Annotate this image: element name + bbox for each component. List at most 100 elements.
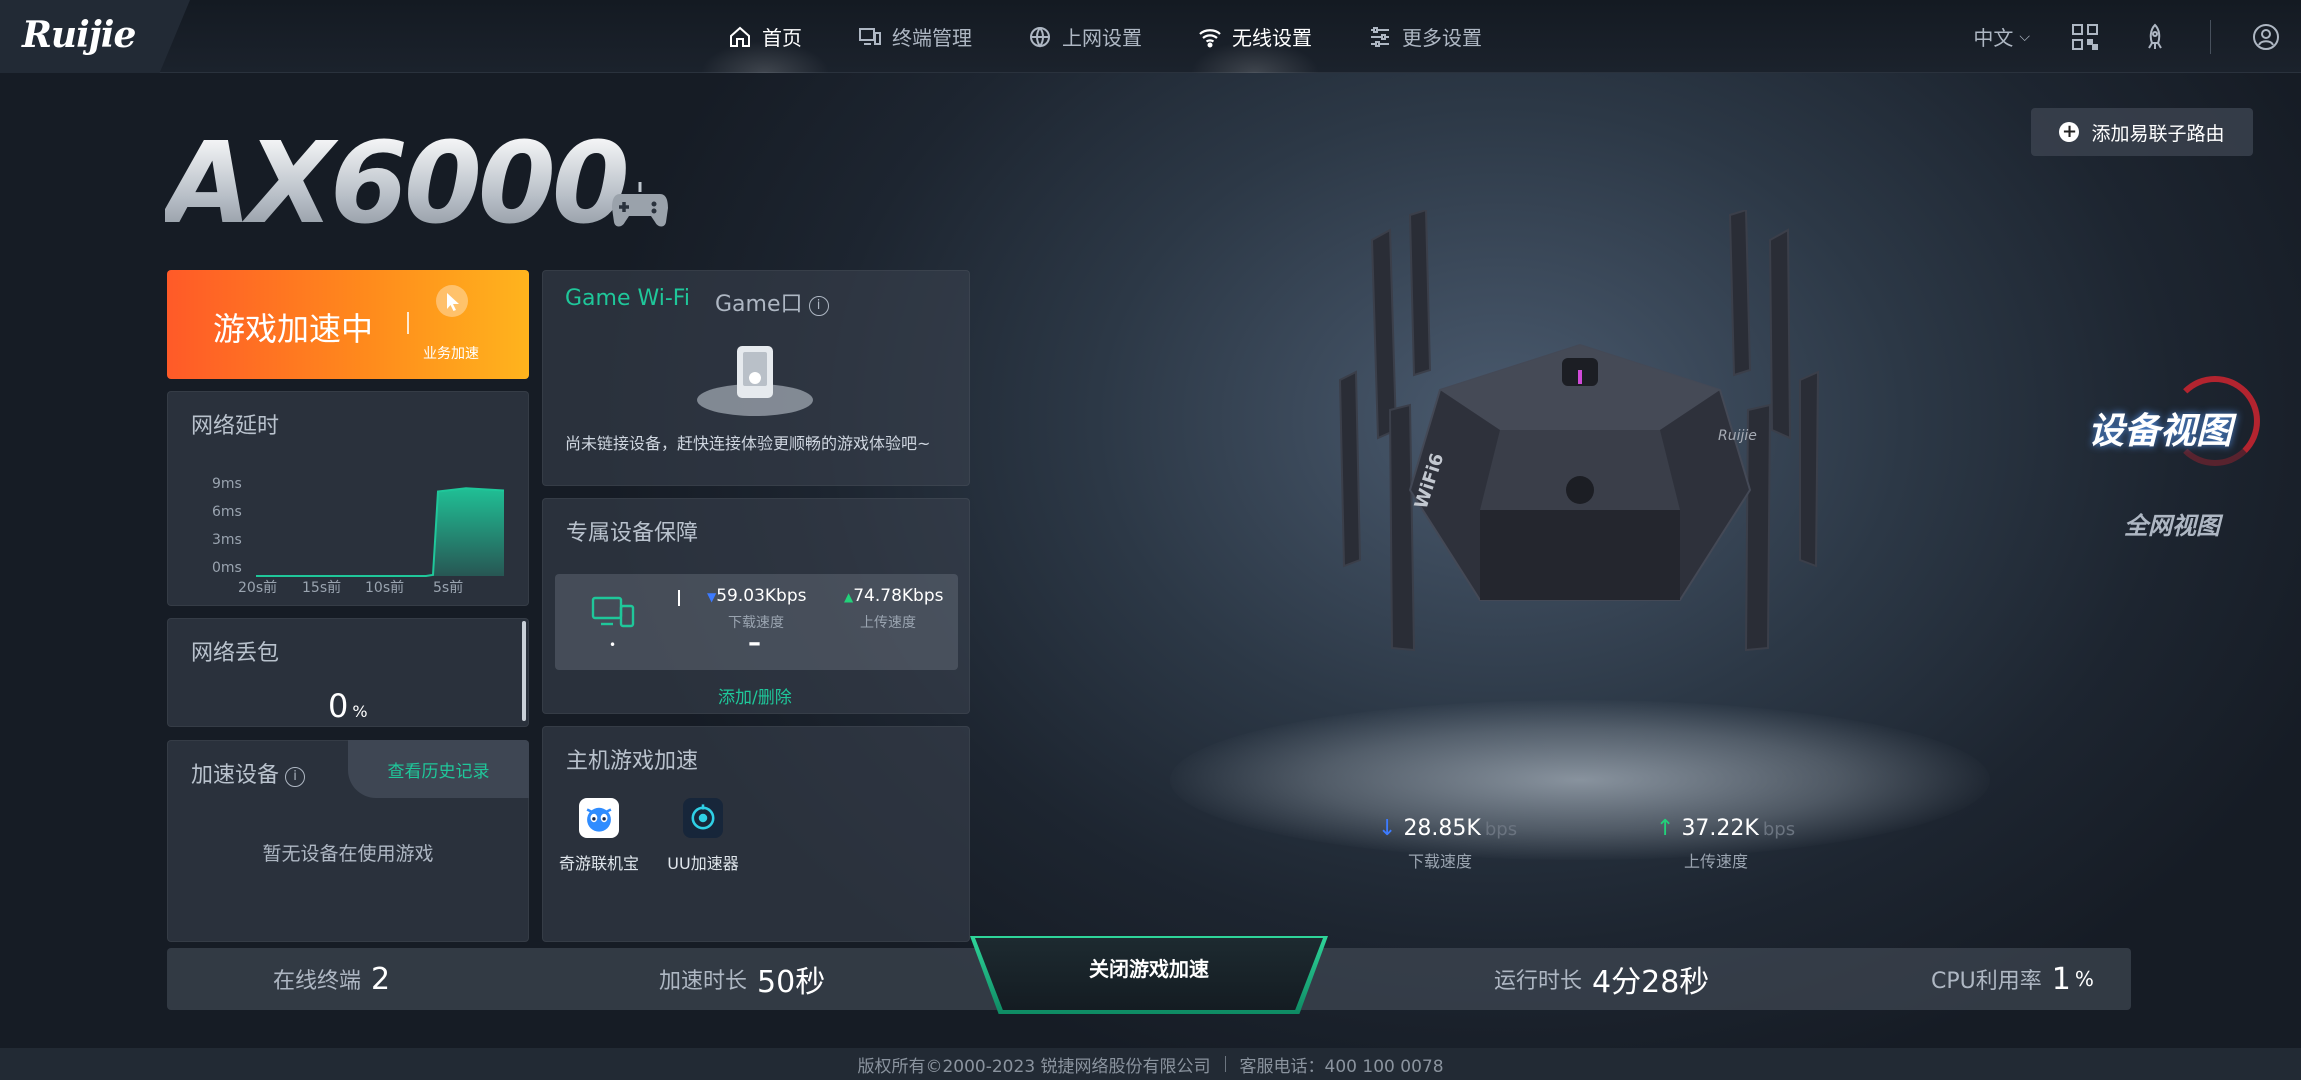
home-icon [730, 26, 750, 47]
chevron-down-icon: ⌵ [2019, 28, 2030, 45]
language-label: 中文 [1973, 26, 2014, 50]
latency-area [256, 488, 504, 576]
svg-text:Ruijie: Ruijie [1718, 428, 1757, 444]
add-remove-link[interactable]: 添加/删除 [718, 683, 792, 708]
info-icon: i [285, 767, 306, 787]
sliders-icon [1371, 26, 1389, 47]
speed-divider [678, 590, 680, 606]
app-uu[interactable]: UU加速器 [660, 798, 746, 874]
upgrade-button[interactable] [2140, 22, 2170, 52]
tab-game-port[interactable]: Game口 i [715, 286, 829, 318]
dedicated-down-speed: ▼59.03Kbps [707, 586, 807, 606]
devices-icon [591, 596, 635, 628]
app-uu-label: UU加速器 [667, 854, 739, 873]
nav-wireless[interactable]: 无线设置 [1170, 0, 1340, 73]
router-floor-shadow [1170, 700, 1990, 860]
close-game-accel-button[interactable]: 关闭游戏加速 [975, 938, 1323, 1010]
y-tick-3ms: 3ms [212, 532, 242, 548]
game-accel-status-button[interactable]: 游戏加速中 业务加速 [167, 270, 529, 379]
nav-devices[interactable]: 终端管理 [830, 0, 1000, 73]
accel-status-label: 游戏加速中 [213, 310, 374, 348]
uptime: 运行时长 4分28秒 [1494, 965, 1710, 1000]
gamepad-icon [612, 182, 668, 227]
app-qiyou[interactable]: 奇游联机宝 [556, 798, 642, 874]
down-arrow-icon: ↓ [1378, 816, 1397, 841]
plus-icon: + [2059, 122, 2080, 142]
dedicated-dash: – [748, 628, 761, 658]
router-download-speed: ↓ 28.85K bps [1378, 816, 1518, 841]
device-view-tab[interactable]: 设备视图 [2088, 402, 2232, 454]
latency-title: 网络延时 [191, 414, 280, 439]
packet-loss-value: 0% [328, 687, 368, 725]
network-view-tab[interactable]: 全网视图 [2124, 506, 2220, 541]
rocket-icon [2148, 23, 2162, 49]
router-image: Ruijie WiFi6 [1338, 210, 1820, 652]
top-navigation-bar: Ruijie 首页 终端管理 上网设置 无线设置 更多设置 中文 ⌵ [0, 0, 2301, 73]
packet-loss-panel: 网络丢包 0% [167, 618, 529, 727]
top-right-tools: 中文 ⌵ [1973, 0, 2281, 73]
app-qiyou-label: 奇游联机宝 [558, 854, 639, 873]
info-icon: i [808, 296, 829, 316]
x-tick-10s: 10s前 [365, 580, 405, 596]
add-mesh-router-button[interactable]: + 添加易联子路由 [2031, 108, 2253, 156]
nav-internet[interactable]: 上网设置 [1000, 0, 1170, 73]
x-tick-15s: 15s前 [302, 580, 342, 596]
router-upload-speed: ↑ 37.22K bps [1656, 816, 1796, 841]
main-nav: 首页 终端管理 上网设置 无线设置 更多设置 [700, 0, 1510, 73]
tab-game-wifi[interactable]: Game Wi-Fi [565, 286, 690, 311]
accel-duration: 加速时长 50秒 [659, 965, 826, 1000]
footer: 版权所有©2000-2023 锐捷网络股份有限公司 客服电话：400 100 0… [0, 1048, 2301, 1080]
dedicated-title: 专属设备保障 [566, 521, 699, 546]
nav-home-label: 首页 [762, 26, 802, 50]
latency-panel: 网络延时 9ms 6ms 3ms 0ms 20s前 15s前 10s前 5s前 [167, 391, 529, 606]
y-tick-0ms: 0ms [212, 560, 242, 576]
nav-internet-label: 上网设置 [1062, 26, 1142, 50]
dedicated-up-label: 上传速度 [860, 615, 916, 631]
footer-hotline: 客服电话：400 100 0078 [1239, 1056, 1444, 1077]
brand-logo[interactable]: Ruijie [22, 14, 136, 56]
footer-divider [1224, 1056, 1226, 1072]
wifi-icon [1199, 28, 1221, 48]
qiyou-icon [579, 798, 619, 838]
device-dot: • [609, 638, 617, 652]
nav-more[interactable]: 更多设置 [1340, 0, 1510, 73]
router-upload-label: 上传速度 [1684, 852, 1749, 871]
accel-divider [407, 312, 409, 334]
footer-copyright: 版权所有©2000-2023 锐捷网络股份有限公司 [857, 1056, 1211, 1077]
device-placeholder-icon [697, 346, 813, 416]
devices-icon [859, 27, 881, 45]
game-wifi-message: 尚未链接设备，赶快连接体验更顺畅的游戏体验吧~ [565, 434, 931, 453]
latency-chart [256, 487, 505, 577]
y-tick-9ms: 9ms [212, 476, 242, 492]
y-tick-6ms: 6ms [212, 504, 242, 520]
up-arrow-icon: ↑ [1656, 816, 1675, 841]
uu-icon [683, 798, 723, 838]
console-title: 主机游戏加速 [566, 749, 699, 774]
accel-devices-title: 加速设备 i [191, 757, 306, 789]
dedicated-up-speed: ▲74.78Kbps [844, 586, 944, 606]
language-selector[interactable]: 中文 ⌵ [1973, 22, 2030, 51]
online-terminals: 在线终端 2 [273, 961, 391, 997]
globe-icon [1030, 26, 1050, 48]
nav-more-label: 更多设置 [1402, 26, 1482, 50]
user-icon [2253, 23, 2279, 50]
scrollbar[interactable] [522, 621, 526, 721]
x-tick-20s: 20s前 [238, 580, 278, 596]
cursor-click-icon [436, 285, 468, 317]
dedicated-speed-box: • ▼59.03Kbps 下载速度 – ▲74.78Kbps 上传速度 [555, 574, 958, 670]
view-history-button[interactable]: 查看历史记录 [348, 740, 529, 798]
nav-wireless-label: 无线设置 [1232, 26, 1312, 50]
toolbar-divider [2210, 19, 2211, 54]
product-name: AX6000 [165, 119, 630, 249]
router-download-label: 下载速度 [1408, 852, 1473, 871]
qrcode-button[interactable] [2070, 22, 2100, 52]
packet-loss-title: 网络丢包 [191, 641, 280, 666]
cpu-usage: CPU利用率 1% [1931, 961, 2094, 997]
accel-devices-empty: 暂无设备在使用游戏 [262, 843, 434, 865]
qrcode-icon [2072, 23, 2098, 50]
add-mesh-router-label: 添加易联子路由 [2091, 122, 2225, 145]
nav-devices-label: 终端管理 [892, 26, 972, 50]
x-tick-5s: 5s前 [433, 580, 464, 596]
account-button[interactable] [2251, 22, 2281, 52]
nav-home[interactable]: 首页 [700, 0, 830, 73]
